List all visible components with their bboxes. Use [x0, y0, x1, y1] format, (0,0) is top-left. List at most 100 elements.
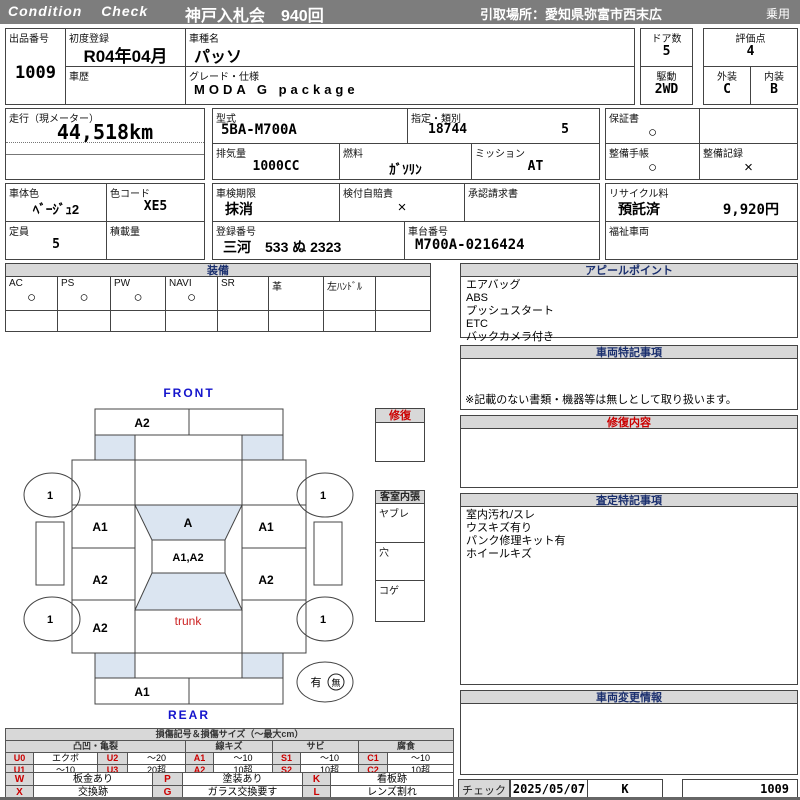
- model-code-value: 5BA-M700A: [213, 122, 407, 138]
- displacement-label: 排気量: [216, 145, 246, 160]
- equip-label: PS: [61, 278, 74, 289]
- equipment-empty-cell: [268, 310, 324, 332]
- legend-size: 塗装あり: [183, 773, 303, 786]
- legend-code: W: [6, 773, 34, 786]
- legend-group: 腐食: [359, 741, 454, 753]
- vehicle-class: 乗用: [766, 5, 790, 22]
- recycle-fee: 9,920円: [723, 199, 779, 219]
- model-code-cell: 型式 5BA-M700A: [212, 108, 408, 144]
- equipment-empty-cell: [323, 310, 376, 332]
- left-sill: [36, 522, 64, 585]
- assessment-item: 室内汚れ/スレ: [466, 509, 792, 522]
- doors-value: 5: [641, 44, 692, 59]
- legend-code: P: [153, 773, 183, 786]
- maint-book-cell: 整備手帳 ○: [605, 143, 700, 180]
- title-bar: Condition Check 神戸入札会 940回 引取場所：愛知県弥富市西末…: [0, 0, 800, 24]
- drive-cell: 駆動 2WD: [640, 66, 693, 105]
- blank-cell: [699, 108, 798, 144]
- equipment-cell-ps: PS ○: [57, 276, 111, 311]
- class-no-value2: 5: [561, 122, 569, 137]
- repair-detail-title: 修復内容: [460, 415, 798, 429]
- first-reg-cell: 初度登録 R04年04月: [65, 28, 186, 67]
- check-label: チェック: [462, 782, 506, 798]
- equipment-empty-cell: [165, 310, 218, 332]
- mileage-value: 44,518km: [6, 120, 204, 144]
- windshield-mark: A: [184, 516, 193, 530]
- equip-label: 左ﾊﾝﾄﾞﾙ: [327, 278, 362, 293]
- cabin-row-label: コゲ: [379, 582, 399, 597]
- right-sill: [314, 522, 342, 585]
- divider: [6, 154, 204, 155]
- legend-group: サビ: [273, 741, 359, 753]
- fuel-cell: 燃料 ｶﾞｿﾘﾝ: [339, 143, 472, 180]
- equipment-empty-cell: [57, 310, 111, 332]
- legend-size: ～20: [128, 753, 186, 765]
- reg-no-label: 登録番号: [216, 223, 256, 238]
- legend-group: 凸凹・亀裂: [6, 741, 186, 753]
- body-color-cell: 車体色 ﾍﾞｰｼﾞｭ2: [5, 183, 107, 222]
- legend-code: S1: [273, 753, 301, 765]
- check-label-cell: チェック: [458, 779, 510, 798]
- check-inspector: K: [588, 782, 662, 796]
- cabin-row-hole: 穴: [375, 542, 425, 581]
- grade-label: グレード・仕様: [189, 68, 259, 83]
- check-date: 2025/05/07: [511, 782, 587, 796]
- body-color-label: 車体色: [9, 185, 39, 200]
- capacity-value: 5: [6, 237, 106, 252]
- assessment-item: ウスキズ有り: [466, 522, 792, 535]
- model-name-value: パッソ: [186, 43, 634, 67]
- recycle-cell: リサイクル料 預託済 9,920円: [605, 183, 798, 222]
- exterior-value: C: [704, 82, 750, 97]
- assessment-body: 室内汚れ/スレ ウスキズ有り パンク修理キット有 ホイールキズ: [460, 507, 798, 685]
- repair-box-body: [375, 423, 425, 462]
- mission-cell: ミッション AT: [471, 143, 600, 180]
- equipment-cell-pw: PW ○: [110, 276, 166, 311]
- warranty-label: 保証書: [609, 110, 639, 125]
- assessment-item: ホイールキズ: [466, 548, 792, 561]
- load-cell: 積載量: [106, 221, 205, 260]
- rf-fender-mark: A1: [258, 520, 274, 534]
- front-label: FRONT: [163, 386, 214, 400]
- equipment-cell-navi: NAVI ○: [165, 276, 218, 311]
- vehicle-notes-caution: ※記載のない書類・機器等は無しとして取り扱います。: [465, 394, 737, 407]
- exterior-cell: 外装 C: [703, 66, 751, 105]
- maint-book-label: 整備手帳: [609, 145, 649, 160]
- wheel-mark: 1: [47, 614, 53, 626]
- insurance-mark: ×: [340, 199, 464, 216]
- chassis-cell: 車台番号 M700A-0216424: [404, 221, 600, 260]
- displacement-value: 1000CC: [213, 159, 339, 174]
- mission-value: AT: [472, 159, 599, 174]
- front-bumper-mark: A2: [134, 416, 150, 430]
- equip-mark: ○: [111, 289, 165, 306]
- chassis-value: M700A-0216424: [405, 237, 599, 253]
- pickup-location: 引取場所：愛知県弥富市西末広: [480, 4, 662, 23]
- cabin-row-burn: コゲ: [375, 580, 425, 622]
- equipment-empty-cell: [5, 310, 58, 332]
- load-label: 積載量: [110, 223, 140, 238]
- chassis-label: 車台番号: [408, 223, 448, 238]
- equipment-empty-cell: [217, 310, 269, 332]
- assessment-item: パンク修理キット有: [466, 535, 792, 548]
- mission-label: ミッション: [475, 145, 525, 160]
- headlight-left: [95, 435, 135, 460]
- history-label: 車歴: [69, 68, 89, 83]
- headlight-right: [242, 435, 283, 460]
- vehicle-notes-title: 車両特記事項: [460, 345, 798, 359]
- right-door-mark: A2: [258, 573, 274, 587]
- spare-tire-badge: [297, 662, 353, 702]
- cabin-row-label: 穴: [379, 544, 389, 559]
- grade-value: MODA G package: [186, 82, 634, 97]
- legend-title: 損傷記号＆損傷サイズ（～最大cm）: [6, 729, 454, 741]
- rear-bumper-mark: A1: [134, 685, 150, 699]
- drive-value: 2WD: [641, 82, 692, 97]
- capacity-cell: 定員 5: [5, 221, 107, 260]
- appeal-item: ABS: [466, 292, 792, 305]
- inspection-label: 車検期限: [216, 185, 256, 200]
- approval-label: 承認請求書: [468, 185, 518, 200]
- score-cell: 評価点 4: [703, 28, 798, 67]
- exhibit-no-value: 1009: [6, 63, 65, 83]
- score-value: 4: [704, 44, 797, 59]
- appeal-title: アピールポイント: [460, 263, 798, 277]
- legend-size: ～10: [214, 753, 273, 765]
- damage-legend: 損傷記号＆損傷サイズ（～最大cm） 凸凹・亀裂 線キズ サビ 腐食 U0 エクボ…: [5, 728, 454, 777]
